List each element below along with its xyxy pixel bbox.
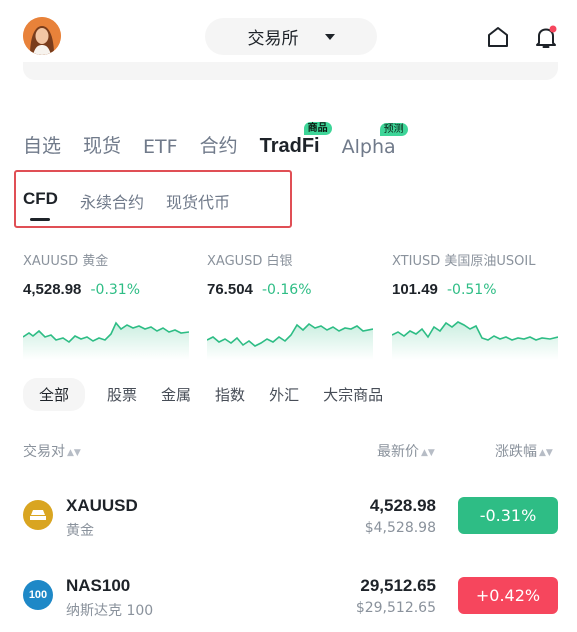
sparkline-chart xyxy=(23,321,189,360)
tab-label: 合约 xyxy=(199,135,238,157)
subtab-label: CFD xyxy=(23,189,58,208)
sort-change[interactable]: 涨跌幅 ▲▼ xyxy=(495,441,553,461)
sort-icon: ▲▼ xyxy=(421,448,435,458)
gold-bar-icon xyxy=(23,500,53,530)
sort-icon: ▲▼ xyxy=(67,448,81,458)
tab-label: 自选 xyxy=(23,135,62,157)
tab-spot[interactable]: 现货 xyxy=(83,131,121,158)
tab-label: TradFi xyxy=(259,135,320,157)
home-icon[interactable] xyxy=(485,24,511,50)
tab-alpha[interactable]: Alpha 预测 xyxy=(341,123,408,158)
ticker-price: 76.504 xyxy=(207,281,253,298)
column-header: 最新价 xyxy=(377,444,419,460)
bell-icon[interactable] xyxy=(533,24,559,50)
chip-stocks[interactable]: 股票 xyxy=(107,384,137,405)
subtab-cfd[interactable]: CFD xyxy=(23,189,58,221)
pair-name: 纳斯达克 100 xyxy=(66,603,154,619)
ticker-change: -0.31% xyxy=(90,282,141,298)
sparkline-chart xyxy=(207,322,373,360)
caret-down-icon xyxy=(324,33,335,40)
ticker-price: 101.49 xyxy=(392,281,438,298)
tab-label: ETF xyxy=(143,136,178,158)
icon-text: 100 xyxy=(28,589,48,601)
tab-badge: 商品 xyxy=(303,122,332,135)
subtab-perpetual[interactable]: 永续合约 xyxy=(80,189,144,213)
subtab-spot-token[interactable]: 现货代币 xyxy=(166,189,230,213)
subtab-label: 现货代币 xyxy=(165,193,230,212)
column-header: 涨跌幅 xyxy=(495,444,537,460)
last-price: 29,512.65 xyxy=(360,576,436,595)
change-button[interactable]: -0.31% xyxy=(458,497,558,534)
category-filter: 全部 股票 金属 指数 外汇 大宗商品 xyxy=(23,378,407,411)
chip-all[interactable]: 全部 xyxy=(23,378,86,411)
change-button[interactable]: +0.42% xyxy=(458,577,558,614)
ticker-price: 4,528.98 xyxy=(23,281,82,298)
ticker-card[interactable]: XAGUSD 白银 76.504 -0.16% xyxy=(207,250,387,298)
tab-label: Alpha xyxy=(341,136,396,158)
exchange-switcher[interactable]: 交易所 xyxy=(205,18,377,55)
ticker-change: -0.51% xyxy=(446,282,497,298)
sub-tabs: CFD 永续合约 现货代币 xyxy=(23,189,230,221)
tab-favorites[interactable]: 自选 xyxy=(23,131,61,158)
chip-metals[interactable]: 金属 xyxy=(161,384,191,405)
nas100-icon: 100 xyxy=(23,580,53,610)
tab-label: 现货 xyxy=(83,135,122,157)
exchange-label: 交易所 xyxy=(247,29,299,49)
last-price-usd: $4,528.98 xyxy=(364,520,436,536)
sort-last-price[interactable]: 最新价 ▲▼ xyxy=(377,441,435,461)
ticker-symbol: XAUUSD 黄金 xyxy=(23,254,109,269)
pair-symbol: XAUUSD xyxy=(66,496,138,515)
markets-page: 交易所 自选 现货 ETF 合约 TradFi 商品 Alpha 预测 CFD xyxy=(0,0,577,632)
sparkline-chart xyxy=(392,321,558,360)
ticker-card[interactable]: XTIUSD 美国原油USOIL 101.49 -0.51% xyxy=(392,250,572,298)
subtab-label: 永续合约 xyxy=(79,193,144,212)
tab-tradfi[interactable]: TradFi 商品 xyxy=(259,122,332,158)
tab-badge: 预测 xyxy=(379,123,408,136)
chip-commodities[interactable]: 大宗商品 xyxy=(323,384,383,405)
chip-indices[interactable]: 指数 xyxy=(215,384,245,405)
avatar[interactable] xyxy=(23,17,61,55)
market-tabs: 自选 现货 ETF 合约 TradFi 商品 Alpha 预测 xyxy=(23,122,418,158)
notification-dot xyxy=(549,25,557,33)
pair-symbol: NAS100 xyxy=(66,576,131,595)
last-price-usd: $29,512.65 xyxy=(355,600,436,616)
tab-futures[interactable]: 合约 xyxy=(200,131,238,158)
chip-forex[interactable]: 外汇 xyxy=(269,384,299,405)
avatar-portrait xyxy=(23,17,61,55)
pair-name: 黄金 xyxy=(66,523,94,539)
ticker-change: -0.16% xyxy=(261,282,312,298)
sort-icon: ▲▼ xyxy=(539,448,553,458)
ticker-symbol: XTIUSD 美国原油USOIL xyxy=(392,254,536,269)
sort-pair[interactable]: 交易对 ▲▼ xyxy=(23,441,81,461)
search-bar[interactable] xyxy=(23,62,558,80)
ticker-card[interactable]: XAUUSD 黄金 4,528.98 -0.31% xyxy=(23,250,203,298)
column-header: 交易对 xyxy=(23,444,65,460)
ticker-symbol: XAGUSD 白银 xyxy=(207,254,293,269)
tab-etf[interactable]: ETF xyxy=(143,136,178,158)
last-price: 4,528.98 xyxy=(369,496,436,515)
